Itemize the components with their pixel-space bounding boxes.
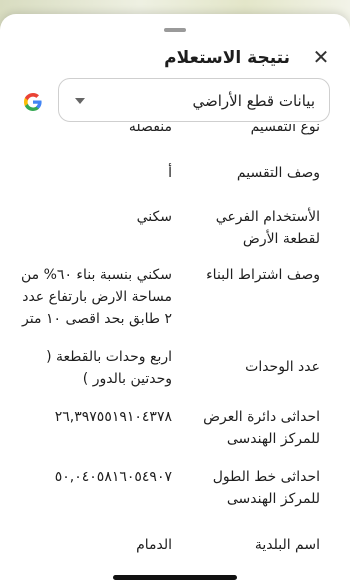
row-label: نوع التقسيم [250,124,320,135]
row-value: اربع وحدات بالقطعة ( وحدتين بالدور ) [46,349,172,387]
row-label: احداثى دائرة العرض للمركز الهندسى [203,409,320,447]
home-indicator[interactable] [113,575,237,580]
row-value: ٢٦,٣٩٧٥٥١٩١٠٤٣٧٨ [54,409,172,425]
results-list[interactable]: نوع التقسيم منفصله وصف التقسيم أ الأستخد… [0,124,350,588]
layer-select-value: بيانات قطع الأراضي [192,92,315,110]
layer-select[interactable]: بيانات قطع الأراضي [58,78,330,122]
row-label: وصف اشتراط البناء [206,267,320,283]
google-logo-icon [24,93,42,111]
google-button[interactable] [16,85,50,119]
row-value: أ [168,165,172,181]
row-value: سكني [136,209,172,225]
row-value: سكني بنسبة بناء ٦٠% من مساحة الارض بارتف… [21,267,172,327]
close-button[interactable]: ✕ [309,45,333,69]
row-label: احداثى خط الطول للمركز الهندسى [212,469,320,507]
chevron-down-icon [75,98,85,104]
row-label: عدد الوحدات [245,359,320,375]
row-value: ٥٠,٠٤٠٥٨١٦٠٥٤٩٠٧ [54,469,172,485]
results-sheet: ✕ نتيجة الاستعلام بيانات قطع الأراضي نوع… [0,14,350,588]
drag-handle[interactable] [164,28,186,32]
row-value: الدمام [136,537,172,553]
row-label: اسم البلدية [254,537,320,553]
close-icon: ✕ [312,45,330,69]
page-title: نتيجة الاستعلام [164,48,290,68]
row-value: منفصله [128,124,172,135]
row-label: الأستخدام الفرعي لقطعة الأرض [215,209,320,247]
row-label: وصف التقسيم [236,165,320,181]
